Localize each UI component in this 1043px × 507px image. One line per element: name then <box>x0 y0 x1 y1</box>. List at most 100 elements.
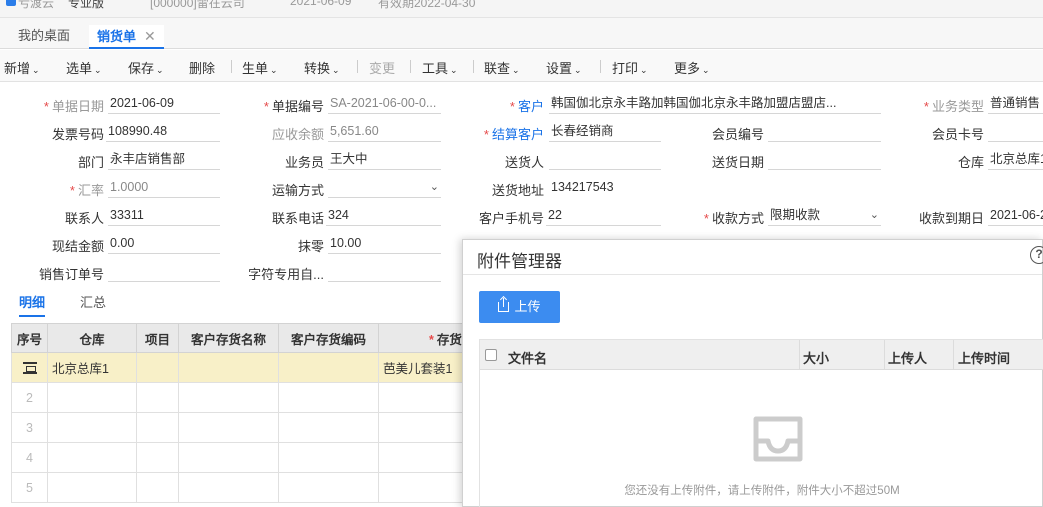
help-icon[interactable]: ? <box>1030 246 1043 264</box>
tab-detail[interactable]: 明细 <box>19 292 46 317</box>
col-warehouse: 仓库 <box>47 323 137 353</box>
query-button[interactable]: 联查 ⌄ <box>484 58 520 77</box>
select-all-checkbox[interactable] <box>485 349 497 361</box>
row-action-icon[interactable] <box>11 352 48 383</box>
cell-project[interactable] <box>136 412 179 443</box>
table-row[interactable]: 2 <box>11 382 499 413</box>
tools-button[interactable]: 工具 ⌄ <box>422 58 458 77</box>
cell-cust-item-name[interactable] <box>178 412 279 443</box>
member-card-field[interactable] <box>988 121 1043 142</box>
warehouse-field[interactable]: 北京总库1 <box>988 149 1043 170</box>
delivery-date-field[interactable] <box>768 149 881 170</box>
cell-cust-item-code[interactable] <box>278 412 379 443</box>
cell-cust-item-code[interactable] <box>278 352 379 383</box>
settle-customer-field[interactable]: 长春经销商 <box>549 121 661 142</box>
chevron-down-icon: ⌄ <box>94 65 102 75</box>
pay-method-label: * 收款方式 <box>703 211 764 226</box>
phone-field[interactable]: 324 <box>326 205 441 226</box>
cell-cust-item-name[interactable] <box>178 442 279 473</box>
chevron-down-icon: ⌄ <box>156 65 164 75</box>
transport-select[interactable]: ⌄ <box>328 177 441 198</box>
cell-project[interactable] <box>136 382 179 413</box>
customer-label[interactable]: * 客户 <box>496 96 544 115</box>
cell-seq: 4 <box>11 442 48 473</box>
column-divider <box>799 340 800 370</box>
phone-label: 联系电话 <box>271 211 324 226</box>
company-name: [000000]雷在云司 <box>150 0 245 10</box>
empty-message: 您还没有上传附件，请上传附件，附件大小不超过50M <box>624 485 900 497</box>
deliverer-field[interactable] <box>549 149 661 170</box>
cash-amount-field[interactable]: 0.00 <box>108 233 220 254</box>
mobile-field[interactable]: 22 <box>546 205 661 226</box>
invoice-no-field[interactable]: 108990.48 <box>106 121 220 142</box>
cell-warehouse[interactable] <box>47 472 137 503</box>
cell-project[interactable] <box>136 352 179 383</box>
table-row[interactable]: 4 <box>11 442 499 473</box>
cell-project[interactable] <box>136 442 179 473</box>
upload-button[interactable]: 上传 <box>479 291 560 323</box>
col-size: 大小 <box>803 351 830 366</box>
app-brand: 亏渡云 <box>18 0 55 10</box>
settle-customer-label[interactable]: * 结算客户 <box>470 124 544 143</box>
save-button[interactable]: 保存 ⌄ <box>128 58 164 77</box>
biz-type-field[interactable]: 普通销售 <box>988 93 1043 114</box>
cell-warehouse[interactable]: 北京总库1 <box>47 352 137 383</box>
settings-button[interactable]: 设置 ⌄ <box>546 58 582 77</box>
doc-no-field[interactable]: SA-2021-06-00-0... <box>328 93 441 114</box>
char-custom-field[interactable] <box>328 261 441 282</box>
table-row[interactable]: 3 <box>11 412 499 443</box>
contact-field[interactable]: 33311 <box>108 205 220 226</box>
address-field[interactable]: 134217543 <box>549 177 661 198</box>
tab-my-desktop[interactable]: 我的桌面 <box>10 25 78 49</box>
pay-method-select[interactable]: 限期收款 ⌄ <box>768 205 881 226</box>
cell-cust-item-code[interactable] <box>278 442 379 473</box>
doc-date-label: * 单据日期 <box>43 99 104 114</box>
delivery-date-label: 送货日期 <box>711 155 764 170</box>
cell-cust-item-code[interactable] <box>278 472 379 503</box>
chevron-down-icon[interactable]: ⌄ <box>870 205 879 225</box>
column-divider <box>953 340 954 370</box>
dept-label: 部门 <box>77 155 104 170</box>
dialog-divider <box>463 274 1042 275</box>
table-row[interactable]: 北京总库1 芭美儿套装1 <box>11 352 499 383</box>
more-button[interactable]: 更多 ⌄ <box>674 58 710 77</box>
generate-button[interactable]: 生单 ⌄ <box>242 58 278 77</box>
cell-project[interactable] <box>136 472 179 503</box>
char-custom-label: 字符专用自... <box>248 267 324 282</box>
select-bill-button[interactable]: 选单 ⌄ <box>66 58 102 77</box>
change-button[interactable]: 变更 <box>369 58 395 77</box>
cell-cust-item-name[interactable] <box>178 472 279 503</box>
tab-summary[interactable]: 汇总 <box>80 292 106 311</box>
rate-field[interactable]: 1.0000 <box>108 177 220 198</box>
convert-button[interactable]: 转换 ⌄ <box>304 58 340 77</box>
rounding-label: 抹零 <box>297 239 324 254</box>
tab-sales-delivery[interactable]: 销货单 ✕ <box>89 25 164 49</box>
chevron-down-icon[interactable]: ⌄ <box>430 177 439 197</box>
print-button[interactable]: 打印 ⌄ <box>612 58 648 77</box>
dialog-title: 附件管理器 <box>477 252 562 271</box>
due-date-field[interactable]: 2021-06-2 <box>988 205 1043 226</box>
deliverer-label: 送货人 <box>504 155 544 170</box>
salesman-label: 业务员 <box>284 155 324 170</box>
table-row[interactable]: 5 <box>11 472 499 503</box>
customer-field[interactable]: 韩国伽北京永丰路加韩国伽北京永丰路加盟店盟店... <box>549 93 881 114</box>
sales-order-field[interactable] <box>108 261 220 282</box>
cell-warehouse[interactable] <box>47 382 137 413</box>
cell-cust-item-code[interactable] <box>278 382 379 413</box>
rate-label: * 汇率 <box>69 183 104 198</box>
invoice-no-label: 发票号码 <box>51 127 104 142</box>
delete-button[interactable]: 删除 <box>189 58 215 77</box>
cell-cust-item-name[interactable] <box>178 352 279 383</box>
new-button[interactable]: 新增 ⌄ <box>4 58 40 77</box>
cell-warehouse[interactable] <box>47 442 137 473</box>
member-no-field[interactable] <box>768 121 881 142</box>
cell-cust-item-name[interactable] <box>178 382 279 413</box>
cell-warehouse[interactable] <box>47 412 137 443</box>
doc-date-field[interactable]: 2021-06-09 <box>108 93 220 114</box>
cell-seq: 5 <box>11 472 48 503</box>
salesman-field[interactable]: 王大中 <box>328 149 441 170</box>
rounding-field[interactable]: 10.00 <box>328 233 441 254</box>
close-icon[interactable]: ✕ <box>144 28 156 44</box>
chevron-down-icon: ⌄ <box>640 65 648 75</box>
dept-field[interactable]: 永丰店销售部 <box>108 149 220 170</box>
